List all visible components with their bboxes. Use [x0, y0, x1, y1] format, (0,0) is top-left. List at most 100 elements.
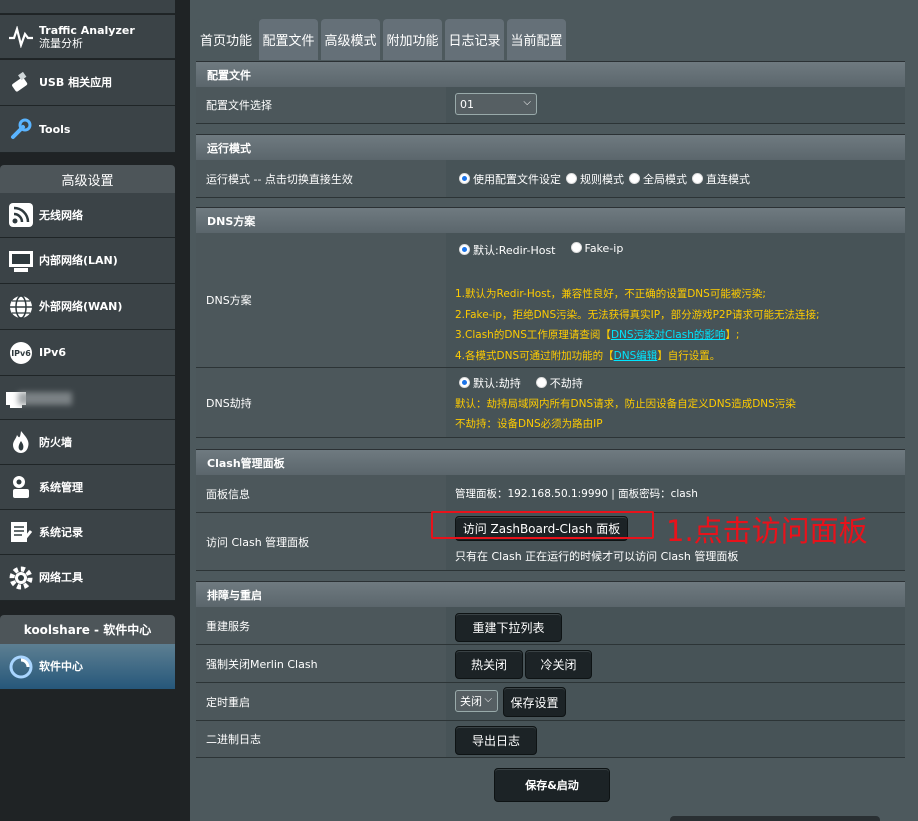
sidebar-item-wan[interactable]: 外部网络(WAN) [0, 284, 175, 330]
sidebar-item-syslog[interactable]: 系统记录 [0, 510, 175, 555]
software-center-header: koolshare - 软件中心 [0, 615, 175, 644]
restart-schedule-select[interactable]: 关闭 ⌵ [455, 690, 498, 712]
panel-access-note: 只有在 Clash 正在运行的时候才可以访问 Clash 管理面板 [455, 550, 739, 563]
radio-icon [629, 172, 640, 184]
scheduled-restart-label: 定时重启 [196, 683, 446, 720]
lan-icon [6, 246, 36, 276]
hot-close-button[interactable]: 热关闭 [455, 650, 523, 679]
radio-icon [459, 377, 470, 388]
dns-option-fake-ip[interactable]: Fake-ip [570, 242, 623, 258]
force-close-label: 强制关闭Merlin Clash [196, 645, 446, 682]
sidebar-item-label: 系统管理 [39, 480, 83, 494]
dns-hijack-option-on[interactable]: 默认:劫持 [459, 375, 521, 391]
sidebar-item-wireless[interactable]: 无线网络 [0, 193, 175, 238]
restart-schedule-select-value: 关闭 [460, 695, 482, 708]
sidebar-item-tools[interactable]: Tools [0, 106, 175, 153]
radio-icon [535, 377, 547, 388]
sidebar-item-label: Tools [39, 122, 71, 136]
radio-icon [566, 172, 577, 184]
dns-option-redir-host[interactable]: 默认:Redir-Host [459, 242, 556, 258]
radio-icon [459, 172, 470, 184]
run-mode-label: 运行模式 -- 点击切换直接生效 [196, 160, 446, 197]
run-mode-option-config[interactable]: 使用配置文件设定 [459, 171, 561, 187]
log-icon [6, 517, 36, 547]
dns-note: 2.Fake-ip，拒绝DNS污染。无法获得真实IP，部分游戏P2P请求可能无法… [455, 308, 820, 321]
dns-edit-link[interactable]: DNS编辑 [614, 350, 658, 362]
tab-logs[interactable]: 日志记录 [445, 19, 504, 60]
tab-addons[interactable]: 附加功能 [383, 19, 442, 60]
sidebar-item-firewall[interactable]: 防火墙 [0, 420, 175, 465]
dns-hijack-note: 默认：劫持局域网内所有DNS请求，防止因设备自定义DNS造成DNS污染 [455, 398, 796, 410]
run-mode-option-direct[interactable]: 直连模式 [692, 171, 750, 187]
sidebar-item-sublabel: 流量分析 [39, 36, 83, 50]
sidebar-item-network-tools[interactable]: 网络工具 [0, 555, 175, 601]
config-section-header: 配置文件 [196, 61, 905, 87]
sidebar-item-partial[interactable] [0, 0, 175, 14]
sidebar-item-admin[interactable]: 系统管理 [0, 465, 175, 510]
binary-log-row: 二进制日志 导出日志 [196, 721, 905, 758]
dns-pollution-link[interactable]: DNS污染对Clash的影响 [611, 329, 725, 341]
dns-row: DNS方案 默认:Redir-Host Fake-ip 1.默认为Redir-H… [196, 233, 905, 368]
dns-hijack-note: 不劫持：设备DNS必须为路由IP [455, 418, 603, 430]
config-label: 配置文件选择 [196, 87, 446, 123]
config-row: 配置文件选择 01 ⌵ [196, 87, 905, 124]
radio-icon [570, 242, 582, 253]
dns-note: 1.默认为Redir-Host，兼容性良好，不正确的设置DNS可能被污染; [455, 288, 766, 300]
run-mode-option-rule[interactable]: 规则模式 [566, 171, 624, 187]
save-settings-button[interactable]: 保存设置 [503, 687, 566, 717]
dns-section-header: DNS方案 [196, 207, 905, 233]
rebuild-list-button[interactable]: 重建下拉列表 [455, 613, 562, 642]
radio-icon [692, 172, 703, 184]
sidebar-item-label: 软件中心 [39, 660, 83, 673]
config-file-select[interactable]: 01 ⌵ [455, 93, 537, 115]
export-log-button[interactable]: 导出日志 [455, 726, 537, 755]
sidebar-item-lan[interactable]: 内部网络(LAN) [0, 238, 175, 284]
run-mode-section-header: 运行模式 [196, 134, 905, 160]
sidebar-item-label: IPv6 [39, 346, 66, 359]
tab-advanced-mode[interactable]: 高级模式 [321, 19, 380, 60]
traffic-analyzer-icon [6, 22, 36, 52]
sidebar-item-traffic-analyzer[interactable]: Traffic Analyzer 流量分析 [0, 15, 175, 59]
annotation-highlight-box [431, 511, 654, 539]
dns-hijack-option-off[interactable]: 不劫持 [535, 375, 583, 391]
wrench-icon [6, 114, 36, 144]
run-mode-option-global[interactable]: 全局模式 [629, 171, 687, 187]
sidebar-item-usb[interactable]: USB 相关应用 [0, 60, 175, 106]
usb-icon [6, 68, 36, 98]
ipv6-icon: IPv6 [6, 338, 36, 368]
annotation-text: 1.点击访问面板 [666, 514, 868, 548]
gear-icon [6, 563, 36, 593]
force-close-row: 强制关闭Merlin Clash 热关闭 冷关闭 [196, 645, 905, 683]
sidebar-item-vpn[interactable] [0, 376, 175, 420]
dns-note: 3.Clash的DNS工作原理请查阅【DNS污染对Clash的影响】; [455, 329, 740, 341]
sidebar: Traffic Analyzer 流量分析 USB 相关应用 Tools 高级设置… [0, 0, 176, 821]
wan-globe-icon [6, 292, 36, 322]
troubleshoot-section-header: 排障与重启 [196, 581, 905, 607]
radio-icon [459, 244, 470, 255]
tab-home[interactable]: 首页功能 [196, 19, 256, 60]
sidebar-item-label: 网络工具 [39, 571, 83, 584]
software-center-icon [6, 652, 36, 682]
tab-current-config[interactable]: 当前配置 [507, 19, 566, 60]
run-mode-row: 运行模式 -- 点击切换直接生效 使用配置文件设定 规则模式 全局模式 直连模式 [196, 160, 905, 198]
chevron-down-icon: ⌵ [523, 97, 531, 108]
admin-icon [6, 472, 36, 502]
rebuild-row: 重建服务 重建下拉列表 [196, 607, 905, 645]
scheduled-restart-row: 定时重启 关闭 ⌵ 保存设置 [196, 683, 905, 721]
rebuild-label: 重建服务 [196, 607, 446, 644]
tab-config-file[interactable]: 配置文件 [259, 19, 318, 60]
bottom-edge-shadow [670, 816, 880, 821]
sidebar-item-label: 外部网络(WAN) [39, 300, 123, 313]
blurred-label [18, 392, 72, 405]
sidebar-item-label: Traffic Analyzer [39, 23, 135, 37]
sidebar-item-label: 系统记录 [39, 525, 83, 539]
clash-panel-section-header: Clash管理面板 [196, 449, 905, 475]
cold-close-button[interactable]: 冷关闭 [525, 650, 592, 679]
sidebar-item-ipv6[interactable]: IPv6 IPv6 [0, 330, 175, 376]
panel-access-label: 访问 Clash 管理面板 [196, 513, 446, 570]
save-and-start-button[interactable]: 保存&启动 [494, 768, 610, 802]
svg-text:IPv6: IPv6 [11, 349, 31, 358]
dns-label: DNS方案 [196, 233, 446, 367]
sidebar-item-software-center[interactable]: 软件中心 [0, 644, 175, 690]
firewall-icon [6, 427, 36, 457]
